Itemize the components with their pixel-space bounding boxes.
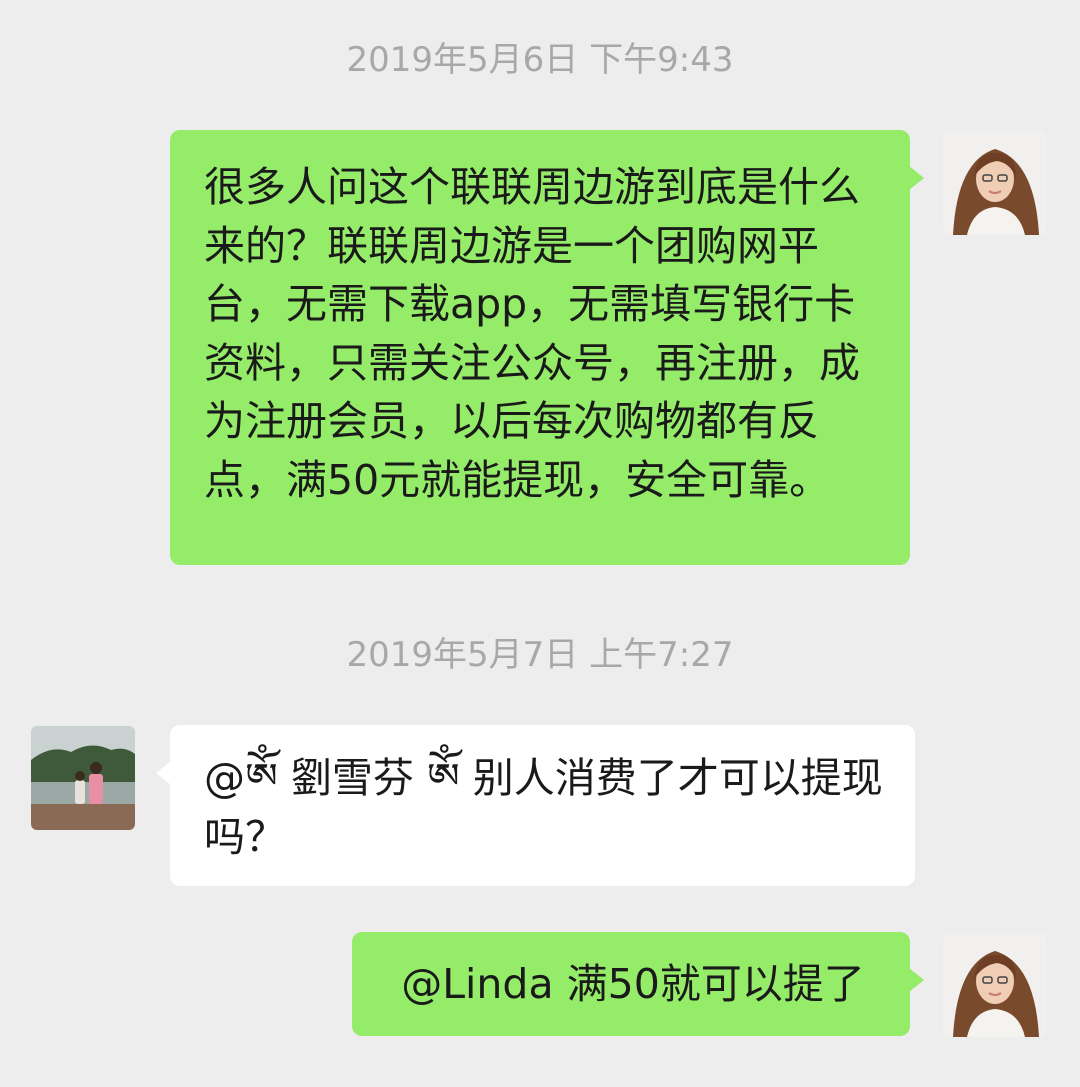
self-message-text: 很多人问这个联联周边游到底是什么来的？联联周边游是一个团购网平台，无需下载app… (204, 163, 860, 504)
self-avatar-icon[interactable] (943, 933, 1047, 1037)
self-avatar-icon[interactable] (943, 131, 1047, 235)
self-message-bubble[interactable]: 很多人问这个联联周边游到底是什么来的？联联周边游是一个团购网平台，无需下载app… (170, 130, 924, 565)
mention-tag[interactable]: @ༀ 劉雪芬 ༀ (204, 754, 460, 802)
linda-message-bubble[interactable]: @ༀ 劉雪芬 ༀ 别人消费了才可以提现吗？ (156, 725, 915, 886)
self-reply-bubble[interactable]: @Linda 满50就可以提了 (352, 932, 924, 1036)
linda-avatar-icon[interactable] (31, 726, 135, 830)
self-reply-text: @Linda 满50就可以提了 (401, 960, 865, 1008)
timestamp-first: 2019年5月6日 下午9:43 (346, 40, 734, 80)
timestamp-second: 2019年5月7日 上午7:27 (346, 635, 734, 675)
